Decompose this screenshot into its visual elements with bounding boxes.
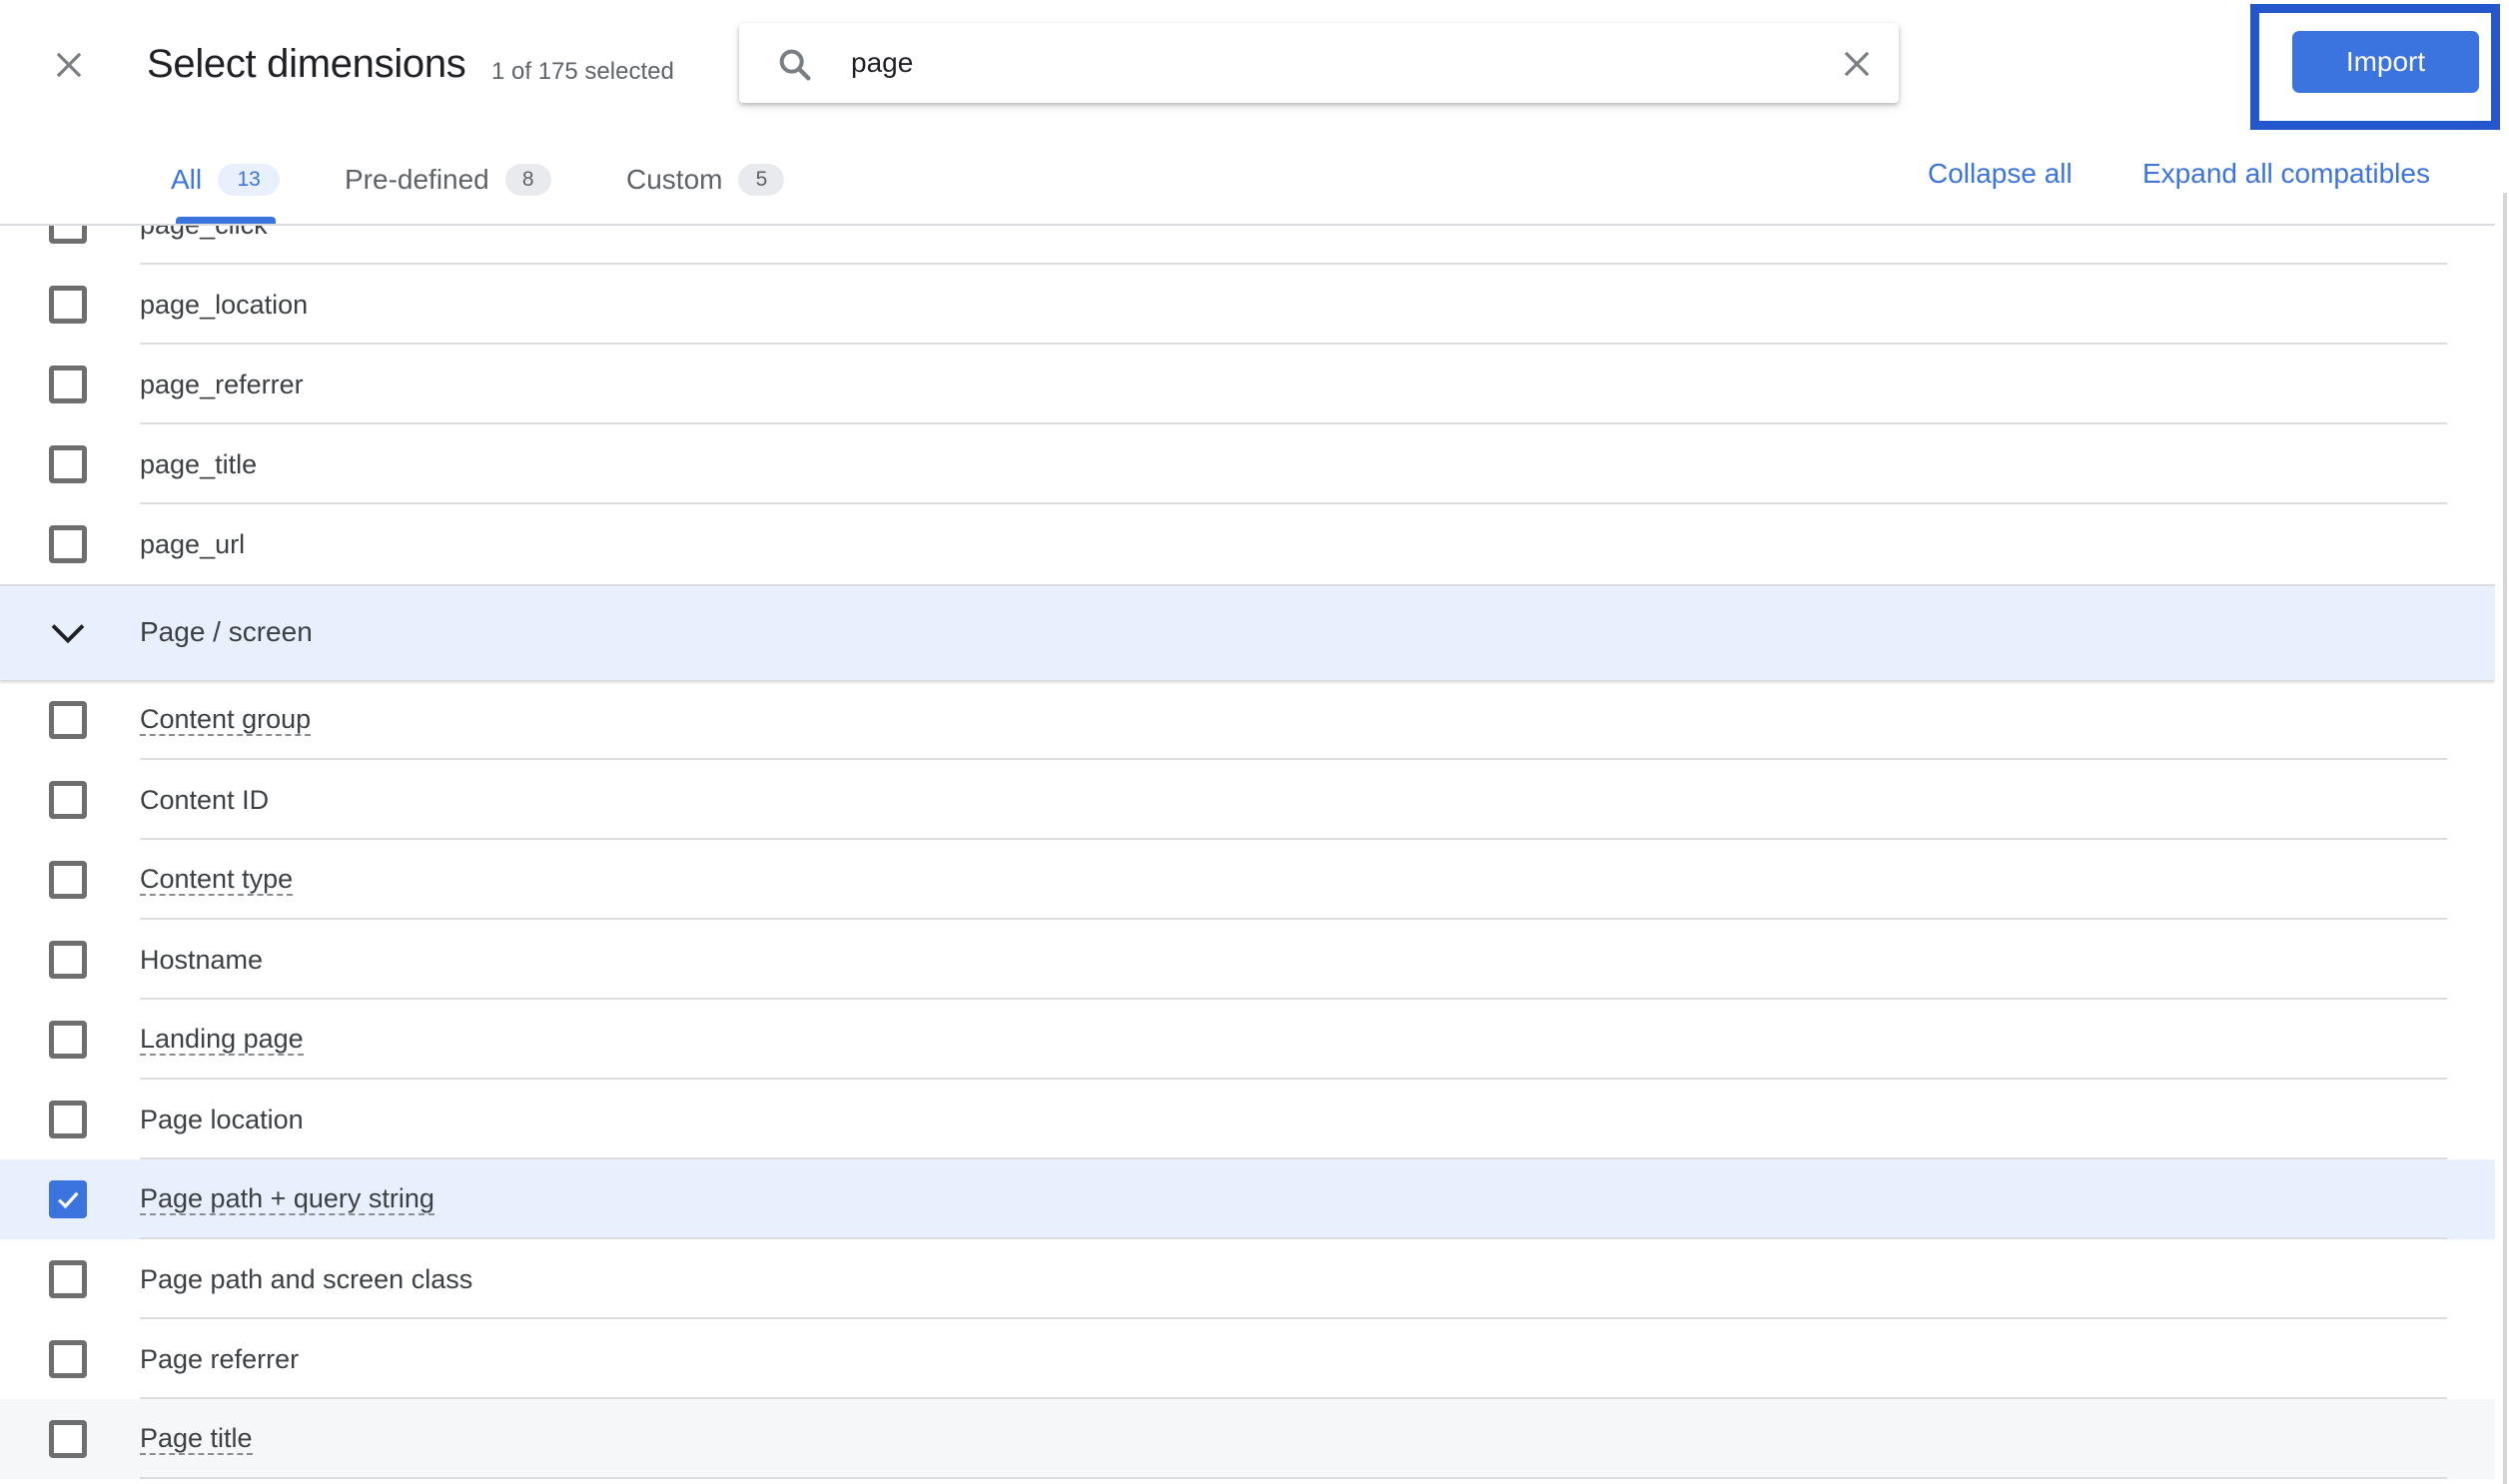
group-header-page-screen[interactable]: Page / screen [0,584,2495,680]
item-label: page_url [140,529,246,559]
selection-count: 1 of 175 selected [491,58,674,85]
checkbox[interactable] [49,366,87,403]
item-label: Page path and screen class [140,1264,473,1294]
close-icon [56,52,82,78]
list-item[interactable]: Content ID [0,760,2495,840]
list-item[interactable]: Content type [0,840,2495,920]
item-label: page_location [140,290,309,320]
tab-count-badge: 5 [738,164,785,196]
tab-label: Pre-defined [345,164,489,195]
dimension-list: page_click page_location page_referrer p… [0,226,2495,1484]
tab-custom[interactable]: Custom 5 [626,160,785,200]
tab-count-badge: 8 [504,164,551,196]
list-item[interactable]: page_title [0,424,2495,504]
row-divider [140,1477,2447,1479]
dialog-title: Select dimensions [147,42,466,86]
checkbox-checked[interactable] [49,1180,87,1218]
item-label: Content type [140,864,294,896]
list-item[interactable]: Page referrer [0,1319,2495,1399]
item-label: page_title [140,449,258,479]
checkbox[interactable] [49,1021,87,1059]
list-item[interactable]: Page path + query string [0,1159,2495,1239]
checkbox[interactable] [49,286,87,324]
search-box [739,23,1899,103]
tab-bar: All 13 Pre-defined 8 Custom 5 [0,150,2509,224]
list-item[interactable]: Page path and screen class [0,1239,2495,1319]
item-label: Page referrer [140,1344,300,1374]
expand-all-compatibles-button[interactable]: Expand all compatibles [2142,158,2430,190]
search-input[interactable] [851,39,1800,87]
item-label: page_referrer [140,370,304,399]
chevron-down-icon[interactable] [50,622,86,644]
checkbox[interactable] [49,445,87,483]
close-button[interactable] [50,46,88,84]
list-item[interactable]: page_location [0,265,2495,345]
clear-icon [1844,51,1870,77]
checkbox[interactable] [49,941,87,979]
list-item[interactable]: page_referrer [0,345,2495,424]
checkbox[interactable] [49,525,87,563]
item-label: Page location [140,1105,304,1134]
list-item[interactable]: Content group [0,680,2495,760]
tab-label: Custom [626,164,723,195]
item-label: Hostname [140,945,264,975]
item-label: Page title [140,1423,253,1455]
item-label: Landing page [140,1024,304,1056]
clear-search-button[interactable] [1838,45,1876,83]
import-button[interactable]: Import [2292,31,2479,93]
item-label: Content ID [140,785,270,815]
list-item[interactable]: page_url [0,504,2495,584]
checkbox[interactable] [49,701,87,739]
item-label: page_click [140,226,268,241]
tab-label: All [171,164,203,195]
header-divider [0,224,2495,226]
active-tab-indicator [176,217,276,224]
tab-count-badge: 13 [218,164,281,196]
list-item[interactable]: Landing page [0,1000,2495,1080]
checkbox[interactable] [49,1101,87,1138]
checkmark-icon [58,1191,79,1209]
checkbox[interactable] [49,781,87,819]
list-item[interactable]: Page title [0,1399,2495,1479]
checkbox[interactable] [49,1420,87,1458]
item-label: Page path + query string [140,1183,434,1215]
search-icon [775,45,815,85]
list-item[interactable]: Page location [0,1080,2495,1159]
checkbox[interactable] [49,861,87,899]
tab-all[interactable]: All 13 [171,160,281,200]
list-item[interactable]: Hostname [0,920,2495,1000]
group-label: Page / screen [140,616,313,647]
checkbox[interactable] [49,1340,87,1378]
collapse-all-button[interactable]: Collapse all [1928,158,2073,190]
scrollbar[interactable] [2503,193,2507,1484]
tab-pre-defined[interactable]: Pre-defined 8 [345,160,551,200]
item-label: Content group [140,704,312,736]
checkbox[interactable] [49,1260,87,1298]
checkbox[interactable] [49,226,87,244]
list-item[interactable]: page_click [0,226,2495,265]
